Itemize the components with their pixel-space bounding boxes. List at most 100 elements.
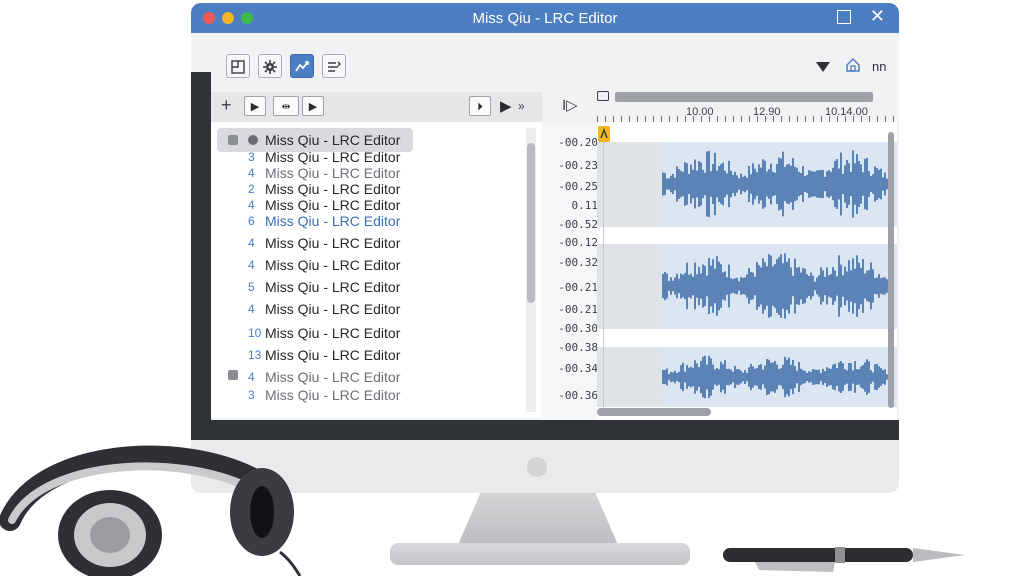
- lyrics-list-icon: [328, 61, 341, 72]
- timecode-label: -00.23: [558, 159, 598, 172]
- lyric-text: Miss Qiu - LRC Editor: [265, 235, 401, 251]
- monitor-base: [390, 543, 690, 565]
- power-button[interactable]: [527, 457, 547, 477]
- lyric-text: Miss Qiu - LRC Editor: [265, 181, 401, 197]
- cursor-tool-icon[interactable]: I▷: [562, 96, 578, 114]
- lyric-line[interactable]: 4 Miss Qiu - LRC Editor: [211, 300, 526, 318]
- lyric-text: Miss Qiu - LRC Editor: [265, 301, 401, 317]
- lyric-text: Miss Qiu - LRC Editor: [265, 257, 401, 273]
- headphones-icon: [0, 445, 302, 576]
- lyric-line[interactable]: 13 Miss Qiu - LRC Editor: [211, 346, 526, 364]
- line-number: 4: [248, 236, 255, 250]
- line-number: 4: [248, 166, 255, 180]
- lyric-line[interactable]: 5 Miss Qiu - LRC Editor: [211, 278, 526, 296]
- forward-label[interactable]: »: [518, 99, 525, 113]
- home-icon[interactable]: [845, 57, 861, 78]
- lyric-text: Miss Qiu - LRC Editor: [265, 279, 401, 295]
- timecode-label: -00.32: [558, 256, 598, 269]
- add-line-button[interactable]: +: [221, 95, 232, 116]
- line-number: 3: [248, 150, 255, 164]
- step-button[interactable]: ⏵: [469, 96, 491, 116]
- lyric-text: Miss Qiu - LRC Editor: [265, 213, 401, 229]
- split-icon: ⇹: [281, 101, 291, 113]
- waveform-vertical-scrollbar[interactable]: [888, 132, 894, 408]
- lyric-text: Miss Qiu - LRC Editor: [265, 369, 401, 385]
- line-number: 6: [248, 214, 255, 228]
- waveform-graphic: [662, 150, 894, 399]
- lyrics-button[interactable]: [322, 54, 346, 78]
- line-number: 3: [248, 388, 255, 402]
- play-icon: ▶: [250, 101, 260, 113]
- play-button[interactable]: ▶: [244, 96, 266, 116]
- timecode-label: 0.11: [571, 199, 599, 212]
- marker-icon[interactable]: [597, 91, 609, 101]
- waveform-path: [662, 355, 894, 399]
- lyric-text: Miss Qiu - LRC Editor: [265, 132, 401, 148]
- list-toolbar: + ▶ ⇹ ▶ ⏵ ▶ »: [211, 92, 542, 123]
- record-icon: [248, 135, 258, 145]
- timecode-label: -00.38: [558, 341, 598, 354]
- layout-icon: [231, 60, 245, 74]
- ruler-label: 10.00: [686, 106, 714, 118]
- window-title: Miss Qiu - LRC Editor: [472, 10, 618, 27]
- folder-icon: [228, 370, 238, 380]
- line-number: 13: [248, 348, 262, 362]
- settings-button[interactable]: [258, 54, 282, 78]
- ruler-label: 12.90: [753, 106, 781, 118]
- next-button[interactable]: ▶: [302, 96, 324, 116]
- timecode-label: -00.36: [558, 389, 598, 402]
- play-icon: ▶: [308, 101, 318, 113]
- playhead-marker[interactable]: [598, 126, 610, 142]
- line-number: 4: [248, 198, 255, 212]
- line-number: 4: [248, 302, 255, 316]
- waveform-link-icon: [295, 61, 309, 72]
- timecode-column: -00.20 -00.23 -00.25 0.11 -00.52 -00.12 -00.32…: [542, 122, 598, 420]
- sync-button[interactable]: [290, 54, 314, 78]
- main-toolbar: nn: [191, 48, 899, 88]
- timecode-label: -00.21: [558, 303, 598, 316]
- file-icon: [228, 135, 238, 145]
- step-play-icon: ⏵: [477, 101, 483, 113]
- line-number: 4: [248, 258, 255, 272]
- timecode-label: -00.52: [558, 218, 598, 231]
- split-button[interactable]: ⇹: [273, 96, 299, 116]
- waveform-path: [662, 150, 894, 218]
- lyric-line[interactable]: 3 Miss Qiu - LRC Editor: [211, 386, 526, 404]
- line-number: 10: [248, 326, 262, 340]
- lyric-line[interactable]: 4 Miss Qiu - LRC Editor: [211, 234, 526, 252]
- play-arrow-icon[interactable]: ▶: [500, 97, 512, 115]
- line-number: 2: [248, 182, 255, 196]
- bottom-bezel: [191, 420, 899, 440]
- lyric-line[interactable]: 6 Miss Qiu - LRC Editor: [211, 212, 526, 230]
- dropdown-triangle-icon[interactable]: [815, 60, 831, 78]
- lyric-line[interactable]: 4 Miss Qiu - LRC Editor: [211, 368, 526, 386]
- playhead-line: [603, 142, 604, 412]
- lyric-line[interactable]: 4 Miss Qiu - LRC Editor: [211, 256, 526, 274]
- timecode-label: -00.12: [558, 236, 598, 249]
- title-bar: Miss Qiu - LRC Editor ✕: [191, 3, 899, 33]
- waveform-panel[interactable]: [597, 122, 897, 420]
- maximize-icon[interactable]: [837, 10, 851, 24]
- lyric-text: Miss Qiu - LRC Editor: [265, 165, 401, 181]
- lyrics-list: Miss Qiu - LRC Editor 3 Miss Qiu - LRC Edi…: [211, 122, 543, 418]
- lyric-text: Miss Qiu - LRC Editor: [265, 325, 401, 341]
- timecode-label: -00.25: [558, 180, 598, 193]
- left-bezel: [191, 72, 211, 422]
- line-number: 5: [248, 280, 255, 294]
- pen-icon: [723, 547, 965, 572]
- close-icon[interactable]: ✕: [870, 6, 885, 26]
- waveform-path: [662, 253, 894, 319]
- line-number: 4: [248, 370, 255, 384]
- layout-button[interactable]: [226, 54, 250, 78]
- ruler-label: 10.14.00: [825, 106, 868, 118]
- gear-icon: [263, 60, 277, 74]
- list-scroll-thumb[interactable]: [527, 143, 535, 303]
- timecode-label: -00.34: [558, 362, 598, 375]
- toolbar-label: nn: [872, 59, 887, 74]
- monitor-stand: [458, 493, 618, 545]
- lyric-text: Miss Qiu - LRC Editor: [265, 387, 401, 403]
- lyric-line[interactable]: 10 Miss Qiu - LRC Editor: [211, 324, 526, 342]
- ruler-range-bar[interactable]: [615, 92, 873, 102]
- waveform-horizontal-scrollbar[interactable]: [597, 408, 711, 416]
- lyric-text: Miss Qiu - LRC Editor: [265, 149, 401, 165]
